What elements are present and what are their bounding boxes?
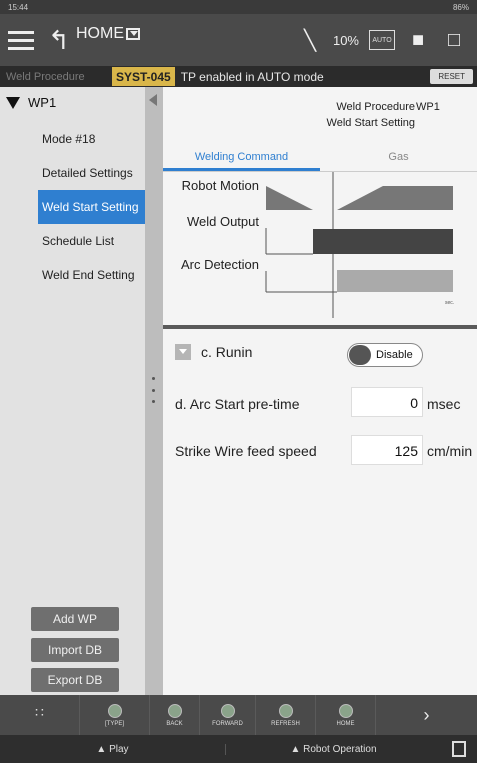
home-title: HOME [76,25,124,42]
back-arrow-icon[interactable]: ↰ [48,25,74,55]
back-icon [167,703,182,718]
speed-override[interactable]: 10% [333,33,359,48]
chevron-right-icon: › [423,704,430,725]
strike-wire-unit: cm/min [427,443,473,459]
tree-item-mode[interactable]: Mode #18 [38,122,145,156]
strike-wire-field[interactable]: 125 [351,435,423,465]
home-label: HOME [336,720,355,727]
procedure-value: WP1 [416,101,440,113]
robot-icon[interactable]: ■ [405,27,431,53]
grid-menu-button[interactable]: ∷ [0,695,80,735]
back-label: BACK [166,720,183,727]
play-button[interactable]: ▲ Play [0,743,226,755]
alarm-text: TP enabled in AUTO mode [180,69,324,84]
forward-button[interactable]: FORWARD [200,695,256,735]
weld-start-form: c. Runin Disable d. Arc Start pre-time 0… [163,329,477,695]
grid-icon: ∷ [35,703,44,720]
no-jog-icon[interactable]: ╲ [297,27,323,53]
back-button[interactable]: BACK [150,695,200,735]
tree-item-label: Weld End Setting [42,268,135,282]
weld-output-bar [313,229,453,254]
toggle-state: Disable [376,349,413,361]
panel-splitter[interactable] [145,87,163,695]
collapse-arrow-icon[interactable] [149,94,157,106]
auto-mode-icon: AUTO [369,30,395,50]
type-label: [TYPE] [104,720,124,727]
tree-root-wp1[interactable]: WP1 [6,95,56,110]
tab-bar: Welding Command Gas [163,143,477,171]
export-db-button[interactable]: Export DB [31,668,119,692]
save-icon [452,741,466,757]
home-button[interactable]: HOME [316,695,376,735]
tree-item-weld-start-setting[interactable]: Weld Start Setting [38,190,145,224]
arc-start-field[interactable]: 0 [351,387,423,417]
tree-item-label: Schedule List [42,234,115,248]
tree-item-detailed-settings[interactable]: Detailed Settings [38,156,145,190]
tree-item-schedule-list[interactable]: Schedule List [38,224,145,258]
status-bar: 15:44 86% [0,0,477,14]
clock: 15:44 [8,2,29,12]
menu-icon[interactable] [8,20,44,60]
strike-wire-label: Strike Wire feed speed [175,443,317,459]
toggle-knob [349,345,371,365]
tree-root-label: WP1 [28,95,57,110]
tab-gas[interactable]: Gas [320,143,477,171]
tree-item-label: Mode #18 [42,132,96,146]
timing-diagram-graphics: sec. [265,172,454,318]
tab-welding-command[interactable]: Welding Command [163,143,320,171]
forward-label: FORWARD [212,720,243,727]
bottom-bar: ▲ Play ▲ Robot Operation [0,735,477,763]
runin-row: c. Runin [175,344,252,360]
forward-icon [220,703,235,718]
drag-grip-icon[interactable] [152,377,155,403]
dropdown-icon [126,28,140,40]
reset-button[interactable]: RESET [430,69,473,84]
refresh-label: REFRESH [271,720,300,727]
type-icon [107,703,122,718]
next-page-button[interactable]: › [376,695,477,735]
bottom-toolbar: ∷ [TYPE] BACK FORWARD REFRESH HOME › [0,695,477,735]
home-menu[interactable]: HOME [76,25,140,43]
time-unit-label: sec. [445,300,454,306]
robot-operation-button[interactable]: ▲ Robot Operation [226,744,441,755]
runin-toggle[interactable]: Disable [347,343,423,367]
app-bar: ↰ HOME ╲ 10% AUTO ■ □ [0,14,477,66]
refresh-button[interactable]: REFRESH [256,695,316,735]
robot-motion-decel [266,186,313,210]
procedure-tree-panel: WP1 Mode #18 Detailed Settings Weld Star… [0,87,145,695]
tree-item-label: Weld Start Setting [42,200,139,214]
settings-header: Weld Procedure WP1 Weld Start Setting [163,87,477,143]
runin-expand-button[interactable] [175,344,191,360]
type-button[interactable]: [TYPE] [80,695,150,735]
settings-subtitle: Weld Start Setting [326,117,415,129]
home-icon [338,703,353,718]
expand-triangle-icon[interactable] [6,96,20,109]
message-source: Weld Procedure [6,70,85,83]
tree-item-label: Detailed Settings [42,166,133,180]
refresh-icon [278,703,293,718]
add-wp-button[interactable]: Add WP [31,607,119,631]
settings-panel: Weld Procedure WP1 Weld Start Setting We… [163,87,477,695]
tree-item-weld-end-setting[interactable]: Weld End Setting [38,258,145,292]
message-bar: Weld Procedure SYST-045 TP enabled in AU… [0,66,477,87]
runin-label: c. Runin [201,344,253,360]
timing-diagram: Robot Motion Weld Output Arc Detection s… [163,171,477,321]
procedure-label: Weld Procedure [336,101,415,113]
arc-start-label: d. Arc Start pre-time [175,396,300,412]
arc-start-unit: msec [427,396,461,412]
save-button[interactable] [441,741,477,757]
alarm-code: SYST-045 [112,67,175,86]
pointer-icon[interactable]: □ [441,27,467,53]
robot-motion-accel [337,186,453,210]
arc-detection-bar [337,270,453,292]
battery-level: 86% [452,2,469,12]
import-db-button[interactable]: Import DB [31,638,119,662]
